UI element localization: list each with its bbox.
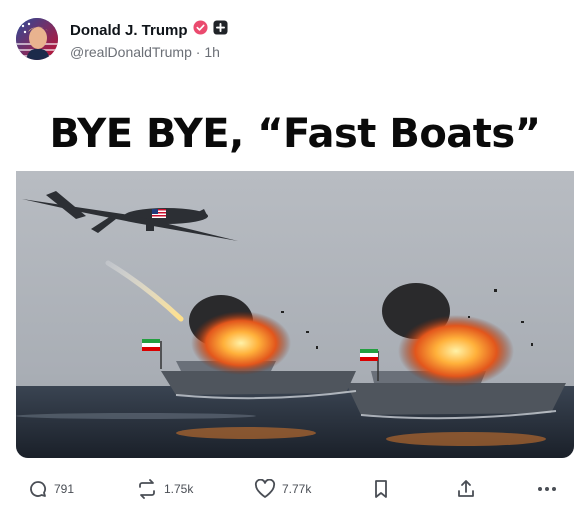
media-headline: BYE BYE, “Fast Boats” [49, 110, 541, 157]
bookmark-icon [372, 479, 390, 499]
timestamp[interactable]: 1h [204, 44, 220, 60]
author-handle[interactable]: @realDonaldTrump [70, 44, 192, 60]
reply-count: 791 [54, 482, 75, 496]
share-button[interactable] [456, 474, 476, 504]
more-button[interactable] [536, 474, 558, 504]
media-image [16, 171, 574, 458]
headline-band: BYE BYE, “Fast Boats” [16, 96, 574, 171]
more-dots-icon [536, 479, 558, 499]
separator: · [195, 44, 201, 60]
post-media[interactable]: BYE BYE, “Fast Boats” [16, 96, 574, 458]
post-header: Donald J. Trump @realDonaldTrump · 1h [16, 16, 569, 64]
comment-icon [28, 479, 48, 499]
avatar[interactable] [16, 18, 58, 60]
like-button[interactable]: 7.77k [254, 474, 311, 504]
like-count: 7.77k [282, 482, 312, 496]
author-name[interactable]: Donald J. Trump [70, 22, 188, 39]
bookmark-button[interactable] [372, 474, 390, 504]
reply-button[interactable]: 791 [28, 474, 74, 504]
repost-count: 1.75k [164, 482, 194, 496]
repost-icon [136, 479, 158, 499]
author-row: Donald J. Trump [70, 20, 228, 40]
post-actions: 791 1.75k 7.77k [16, 474, 569, 504]
handle-row: @realDonaldTrump · 1h [70, 44, 220, 60]
repost-button[interactable]: 1.75k [136, 474, 193, 504]
heart-icon [254, 479, 276, 499]
plus-badge-icon [212, 20, 228, 40]
verified-badge-icon [192, 20, 208, 40]
share-icon [456, 479, 476, 499]
